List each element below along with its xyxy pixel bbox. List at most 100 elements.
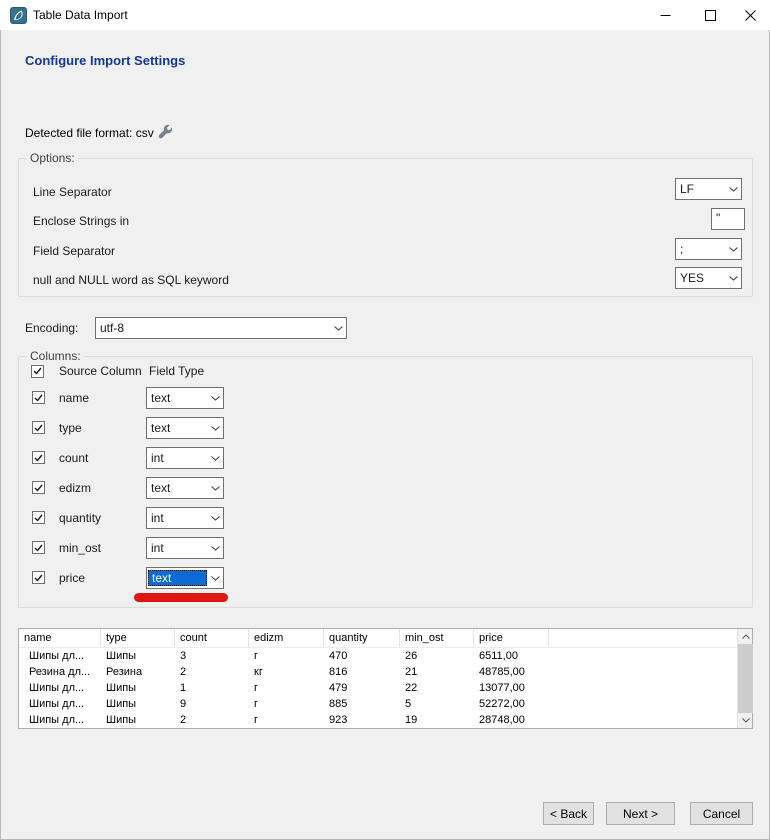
- table-row[interactable]: Шипы дл...Шипы9г885552272,00: [19, 696, 737, 712]
- preview-column-header[interactable]: price: [474, 629, 549, 648]
- enclose-strings-input[interactable]: ": [711, 208, 745, 230]
- column-row: edizm text: [19, 473, 752, 503]
- chevron-down-icon: [330, 326, 346, 331]
- table-cell: Шипы: [101, 648, 175, 664]
- null-keyword-select[interactable]: YES: [675, 267, 742, 289]
- page-title: Configure Import Settings: [25, 53, 185, 68]
- column-name-label: price: [59, 571, 85, 585]
- column-rows: name text type text count int: [19, 383, 752, 593]
- table-cell: Резина: [101, 664, 175, 680]
- table-cell: 816: [324, 664, 400, 680]
- table-cell: Резина дл...: [19, 664, 101, 680]
- back-button[interactable]: < Back: [543, 802, 594, 825]
- field-type-select[interactable]: text: [146, 477, 224, 499]
- field-type-select[interactable]: text: [146, 417, 224, 439]
- column-row: min_ost int: [19, 533, 752, 563]
- field-type-value: int: [147, 450, 207, 466]
- table-row[interactable]: Шипы дл...Шипы1г4792213077,00: [19, 680, 737, 696]
- maximize-button[interactable]: [688, 0, 733, 30]
- chevron-down-icon: [207, 396, 223, 401]
- table-cell: Шипы дл...: [19, 712, 101, 728]
- preview-body: Шипы дл...Шипы3г470266511,00Резина дл...…: [19, 648, 737, 728]
- table-cell: Шипы дл...: [19, 648, 101, 664]
- preview-column-header[interactable]: name: [19, 629, 101, 648]
- table-cell: 48785,00: [474, 664, 549, 680]
- table-cell: 5: [400, 696, 474, 712]
- column-name-label: min_ost: [59, 541, 101, 555]
- wrench-icon[interactable]: [156, 123, 174, 141]
- line-separator-label: Line Separator: [33, 185, 112, 199]
- source-column-header: Source Column: [59, 364, 146, 378]
- encoding-select[interactable]: utf-8: [95, 317, 347, 339]
- chevron-down-icon: [725, 187, 741, 192]
- field-type-select[interactable]: int: [146, 447, 224, 469]
- table-cell: Шипы: [101, 696, 175, 712]
- column-name-label: edizm: [59, 481, 91, 495]
- column-row: type text: [19, 413, 752, 443]
- encoding-label: Encoding:: [25, 321, 78, 335]
- field-type-select[interactable]: text: [146, 387, 224, 409]
- next-button[interactable]: Next >: [606, 802, 675, 825]
- table-cell: 13077,00: [474, 680, 549, 696]
- table-row[interactable]: Резина дл...Резина2кг8162148785,00: [19, 664, 737, 680]
- table-row[interactable]: Шипы дл...Шипы2г9231928748,00: [19, 712, 737, 728]
- data-preview-table[interactable]: nametypecountedizmquantitymin_ostprice Ш…: [18, 628, 753, 729]
- chevron-down-icon: [207, 456, 223, 461]
- preview-column-header[interactable]: quantity: [324, 629, 400, 648]
- minimize-button[interactable]: [643, 0, 688, 30]
- column-checkbox[interactable]: [32, 481, 45, 494]
- titlebar[interactable]: Table Data Import: [0, 0, 770, 30]
- window-title: Table Data Import: [33, 0, 128, 30]
- columns-legend: Columns:: [27, 349, 84, 363]
- column-row: price text: [19, 563, 752, 593]
- select-all-checkbox[interactable]: [31, 365, 44, 378]
- line-separator-select[interactable]: LF: [675, 178, 742, 200]
- column-checkbox[interactable]: [32, 571, 45, 584]
- table-cell: 3: [175, 648, 249, 664]
- chevron-down-icon: [207, 516, 223, 521]
- column-name-label: name: [59, 391, 89, 405]
- table-cell: 479: [324, 680, 400, 696]
- scroll-down-icon[interactable]: [738, 713, 753, 728]
- preview-column-header[interactable]: min_ost: [400, 629, 474, 648]
- table-cell: Шипы дл...: [19, 696, 101, 712]
- preview-column-header[interactable]: count: [175, 629, 249, 648]
- field-type-select[interactable]: int: [146, 507, 224, 529]
- preview-column-header[interactable]: type: [101, 629, 175, 648]
- vertical-scrollbar[interactable]: [737, 629, 752, 728]
- field-type-select[interactable]: int: [146, 537, 224, 559]
- column-checkbox[interactable]: [32, 511, 45, 524]
- columns-group: Columns: Source Column Field Type name t…: [18, 356, 753, 608]
- column-name-label: count: [59, 451, 88, 465]
- field-type-value: text: [148, 570, 207, 586]
- table-cell: г: [249, 648, 324, 664]
- table-cell: Шипы: [101, 680, 175, 696]
- preview-column-header[interactable]: [549, 629, 737, 648]
- table-cell: 923: [324, 712, 400, 728]
- scroll-up-icon[interactable]: [738, 629, 753, 644]
- field-separator-select[interactable]: ;: [675, 238, 742, 260]
- close-button[interactable]: [728, 0, 770, 30]
- table-row[interactable]: Шипы дл...Шипы3г470266511,00: [19, 648, 737, 664]
- table-cell: 22: [400, 680, 474, 696]
- chevron-down-icon: [207, 486, 223, 491]
- preview-header-row: nametypecountedizmquantitymin_ostprice: [19, 629, 737, 648]
- field-type-value: int: [147, 510, 207, 526]
- column-checkbox[interactable]: [32, 421, 45, 434]
- cancel-button[interactable]: Cancel: [690, 802, 753, 825]
- chevron-down-icon: [725, 247, 741, 252]
- enclose-strings-label: Enclose Strings in: [33, 214, 129, 228]
- scrollbar-thumb[interactable]: [738, 644, 753, 713]
- table-cell: кг: [249, 664, 324, 680]
- preview-column-header[interactable]: edizm: [249, 629, 324, 648]
- table-cell: 2: [175, 664, 249, 680]
- field-type-value: text: [147, 420, 207, 436]
- column-checkbox[interactable]: [32, 391, 45, 404]
- field-type-value: text: [147, 480, 207, 496]
- options-group: Options: Line Separator LF Enclose Strin…: [18, 158, 753, 297]
- table-cell: 26: [400, 648, 474, 664]
- column-checkbox[interactable]: [32, 451, 45, 464]
- field-type-select[interactable]: text: [146, 567, 224, 589]
- table-cell: Шипы дл...: [19, 680, 101, 696]
- column-checkbox[interactable]: [32, 541, 45, 554]
